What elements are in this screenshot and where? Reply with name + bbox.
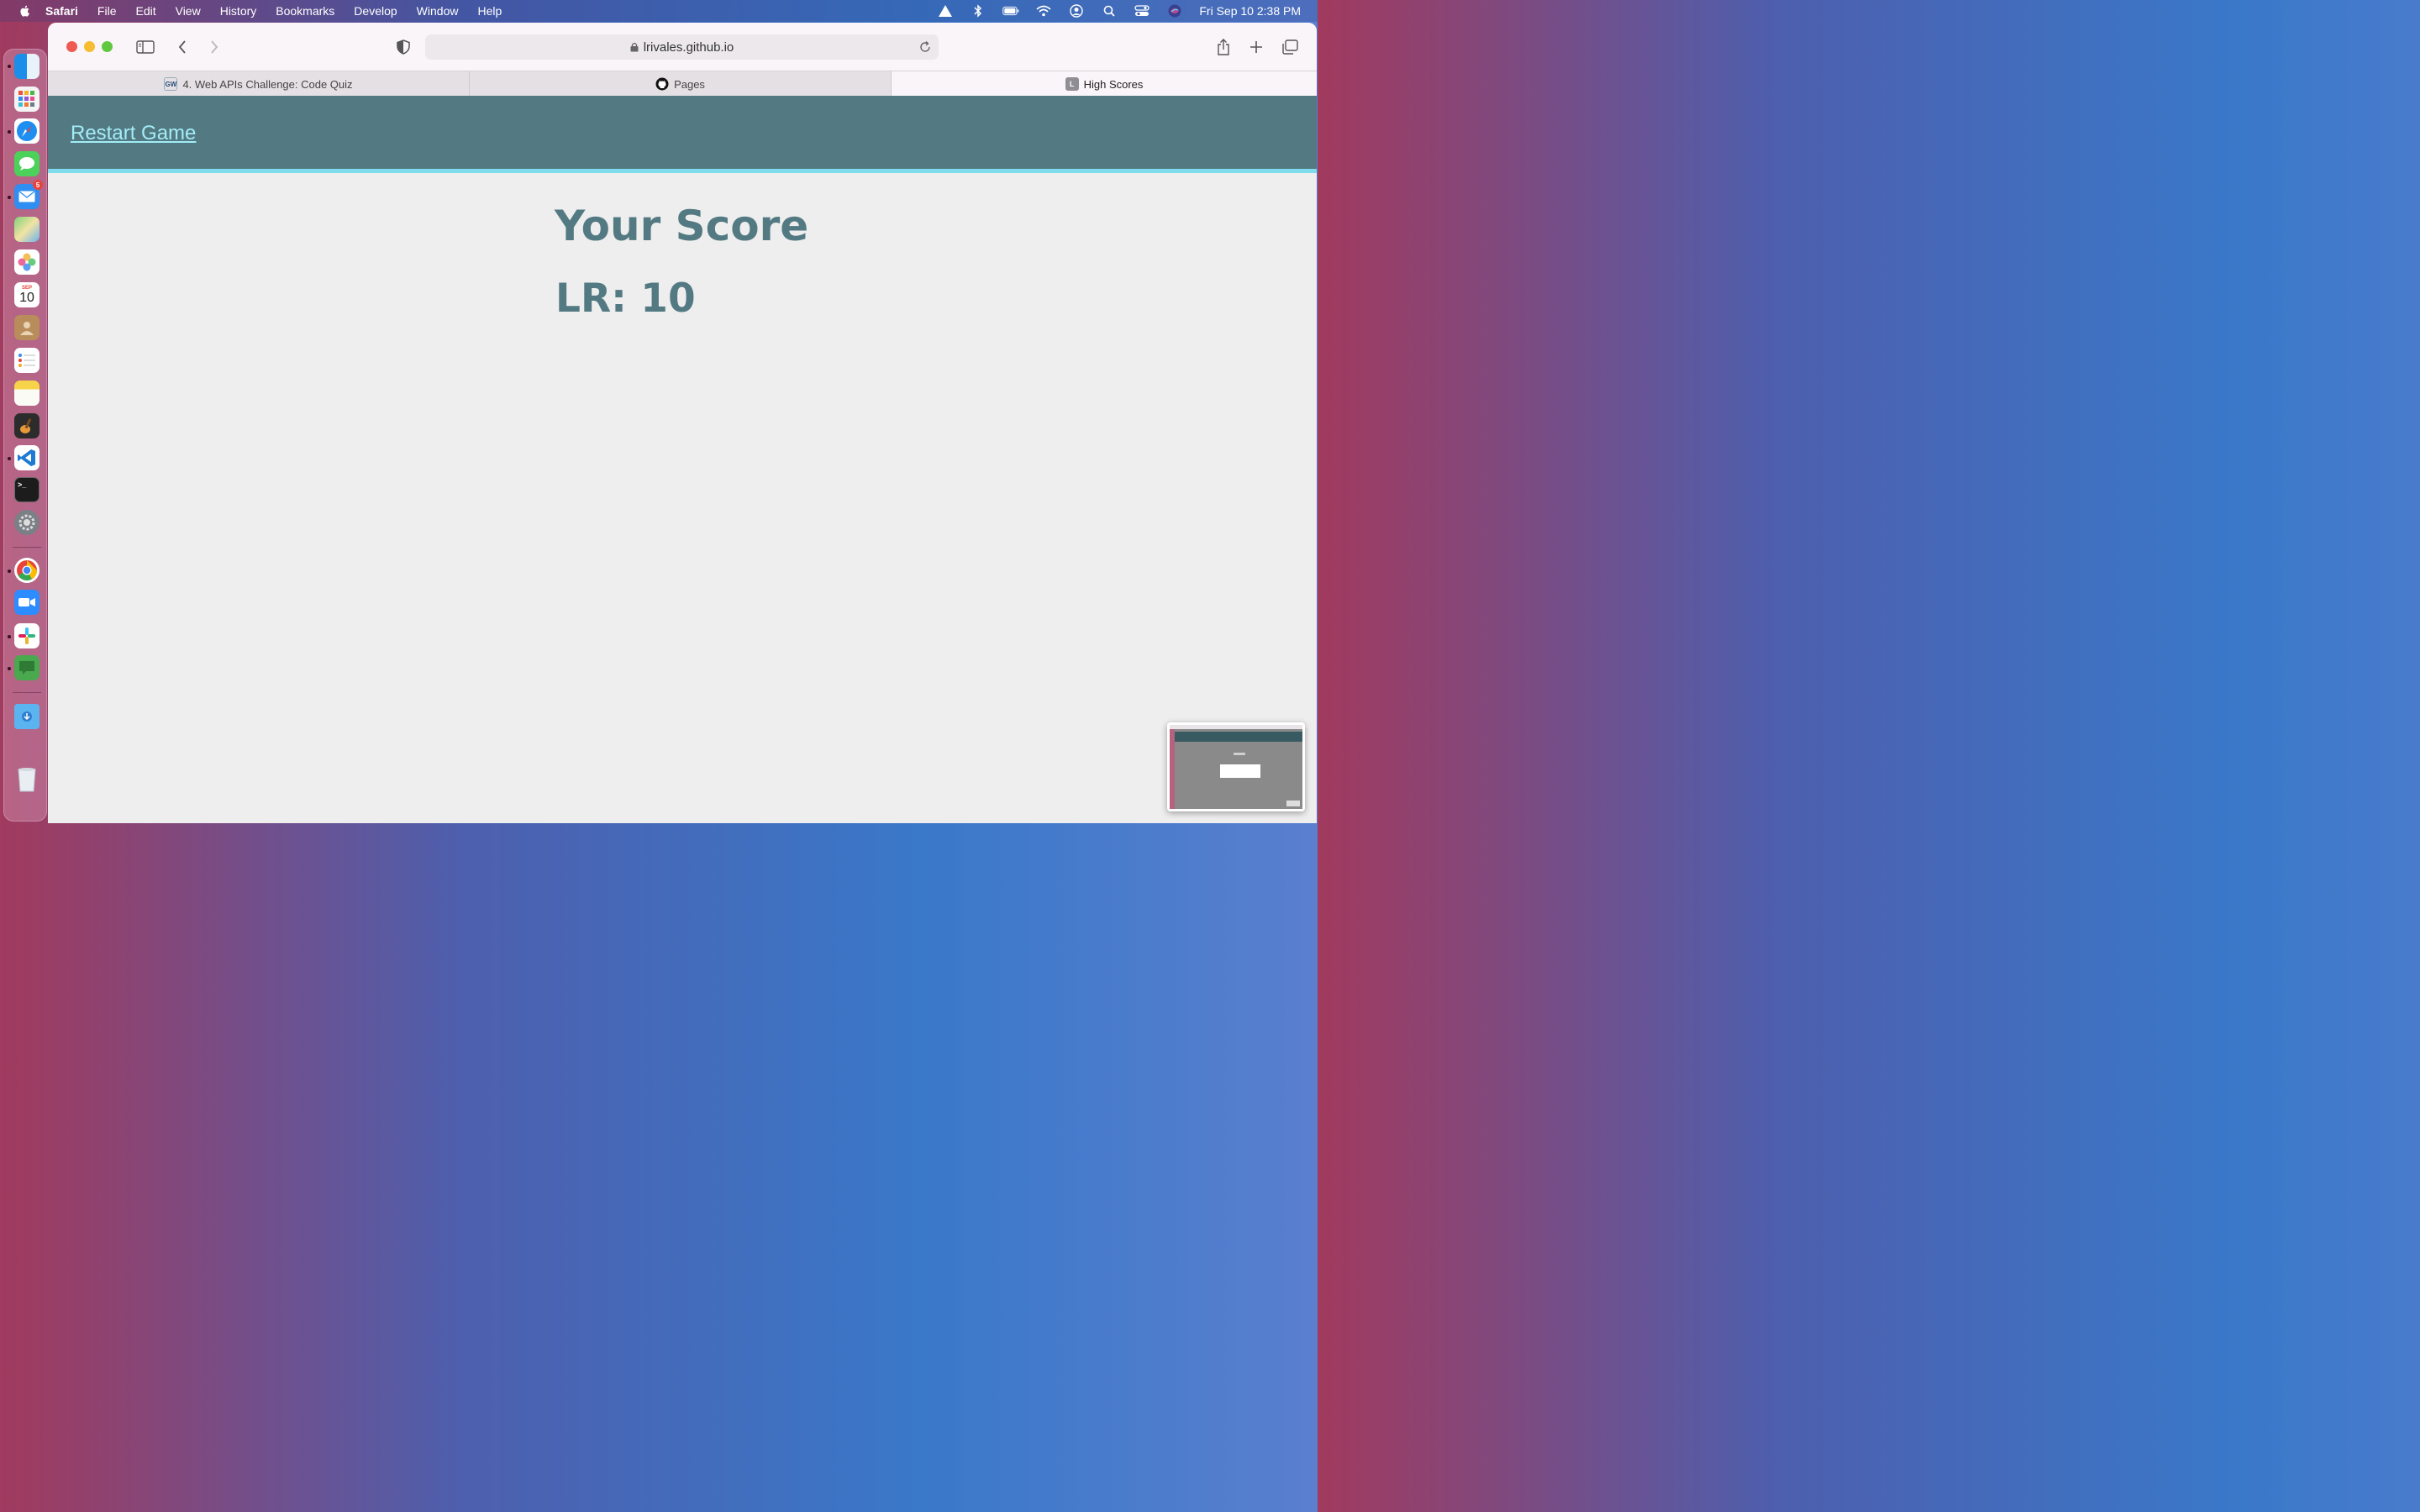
screenshot-thumbnail[interactable] <box>1167 722 1305 811</box>
messages-icon[interactable] <box>14 151 39 176</box>
menu-history[interactable]: History <box>220 4 257 18</box>
zoom-icon[interactable] <box>14 590 39 615</box>
address-bar[interactable]: lrivales.github.io <box>425 34 939 60</box>
calendar-icon[interactable]: SEP 10 <box>14 282 39 307</box>
tab-high-scores[interactable]: L High Scores <box>892 71 1317 97</box>
maps-icon[interactable] <box>14 217 39 242</box>
menu-bookmarks[interactable]: Bookmarks <box>276 4 334 18</box>
siri-icon[interactable] <box>1166 4 1183 18</box>
hangouts-chat-icon[interactable] <box>14 655 39 680</box>
menu-bar: Safari File Edit View History Bookmarks … <box>0 0 1318 22</box>
running-indicator <box>8 667 11 670</box>
menu-clock[interactable]: Fri Sep 10 2:38 PM <box>1199 4 1301 18</box>
browser-toolbar: lrivales.github.io <box>48 23 1317 71</box>
tab-label: High Scores <box>1083 77 1144 91</box>
running-indicator <box>8 130 11 134</box>
page-header: Restart Game <box>48 96 1317 173</box>
terminal-icon[interactable]: >_ <box>14 477 39 502</box>
battery-icon[interactable] <box>1002 4 1019 18</box>
launchpad-icon[interactable] <box>14 87 39 112</box>
mail-icon[interactable]: 5 <box>14 180 43 209</box>
downloads-folder-icon[interactable] <box>14 704 39 729</box>
user-icon[interactable] <box>1068 4 1085 18</box>
finder-icon[interactable] <box>14 54 39 79</box>
wifi-icon[interactable] <box>1035 4 1052 18</box>
menu-edit[interactable]: Edit <box>135 4 155 18</box>
running-indicator <box>8 65 11 68</box>
close-window-button[interactable] <box>66 41 77 52</box>
share-icon[interactable] <box>1213 37 1234 57</box>
forward-button-icon[interactable] <box>204 37 224 57</box>
tab-code-quiz[interactable]: GW 4. Web APIs Challenge: Code Quiz <box>48 71 470 97</box>
tab-label: 4. Web APIs Challenge: Code Quiz <box>182 77 353 91</box>
dock-separator <box>13 692 41 693</box>
menu-window[interactable]: Window <box>417 4 459 18</box>
tab-label: Pages <box>674 77 705 91</box>
web-page: Restart Game Your Score LR: 10 <box>48 96 1317 823</box>
drive-icon[interactable] <box>937 4 954 18</box>
running-indicator <box>8 457 11 460</box>
search-icon[interactable] <box>1101 4 1118 18</box>
menu-app-name[interactable]: Safari <box>45 4 78 18</box>
lock-icon <box>630 42 639 52</box>
privacy-shield-icon[interactable] <box>393 37 413 57</box>
mail-badge: 5 <box>33 180 43 190</box>
header-accent-bar <box>48 169 1317 173</box>
notes-icon[interactable] <box>14 381 39 406</box>
reload-icon[interactable] <box>918 40 932 54</box>
score-entry: LR: 10 <box>555 276 696 322</box>
contacts-icon[interactable] <box>14 315 39 340</box>
sidebar-toggle-icon[interactable] <box>135 37 155 57</box>
system-preferences-icon[interactable] <box>14 510 39 535</box>
chrome-icon[interactable] <box>14 558 39 583</box>
thumbnail-preview-image <box>1170 725 1302 809</box>
safari-window: lrivales.github.io GW 4. Web APIs Challe… <box>48 23 1317 823</box>
restart-game-link[interactable]: Restart Game <box>71 122 196 145</box>
control-center-icon[interactable] <box>1134 4 1150 18</box>
dock: 5 SEP 10 >_ <box>3 49 47 822</box>
github-icon <box>655 77 669 91</box>
safari-icon[interactable] <box>14 118 39 144</box>
tab-favicon: L <box>1065 77 1079 91</box>
slack-icon[interactable] <box>14 623 39 648</box>
tab-bar: GW 4. Web APIs Challenge: Code Quiz Page… <box>48 71 1317 97</box>
tab-pages[interactable]: Pages <box>470 71 892 97</box>
dock-separator <box>13 547 41 548</box>
new-tab-icon[interactable] <box>1246 37 1266 57</box>
menu-view[interactable]: View <box>176 4 201 18</box>
zoom-window-button[interactable] <box>102 41 113 52</box>
running-indicator <box>8 196 11 199</box>
minimize-window-button[interactable] <box>84 41 95 52</box>
tab-favicon: GW <box>164 77 178 91</box>
running-indicator <box>8 570 11 573</box>
menu-develop[interactable]: Develop <box>354 4 397 18</box>
trash-icon[interactable] <box>14 767 39 792</box>
status-area: Fri Sep 10 2:38 PM <box>937 0 1318 22</box>
menu-help[interactable]: Help <box>477 4 502 18</box>
reminders-icon[interactable] <box>14 348 39 373</box>
url-text: lrivales.github.io <box>643 39 734 55</box>
back-button-icon[interactable] <box>172 37 192 57</box>
vscode-icon[interactable] <box>14 445 39 470</box>
photos-icon[interactable] <box>14 249 39 275</box>
garageband-icon[interactable] <box>14 413 39 438</box>
apple-icon[interactable] <box>18 4 32 18</box>
score-heading: Your Score <box>555 202 809 250</box>
menu-file[interactable]: File <box>97 4 117 18</box>
calendar-day: 10 <box>19 290 34 305</box>
tab-overview-icon[interactable] <box>1280 37 1300 57</box>
bluetooth-icon[interactable] <box>970 4 986 18</box>
running-indicator <box>8 635 11 638</box>
